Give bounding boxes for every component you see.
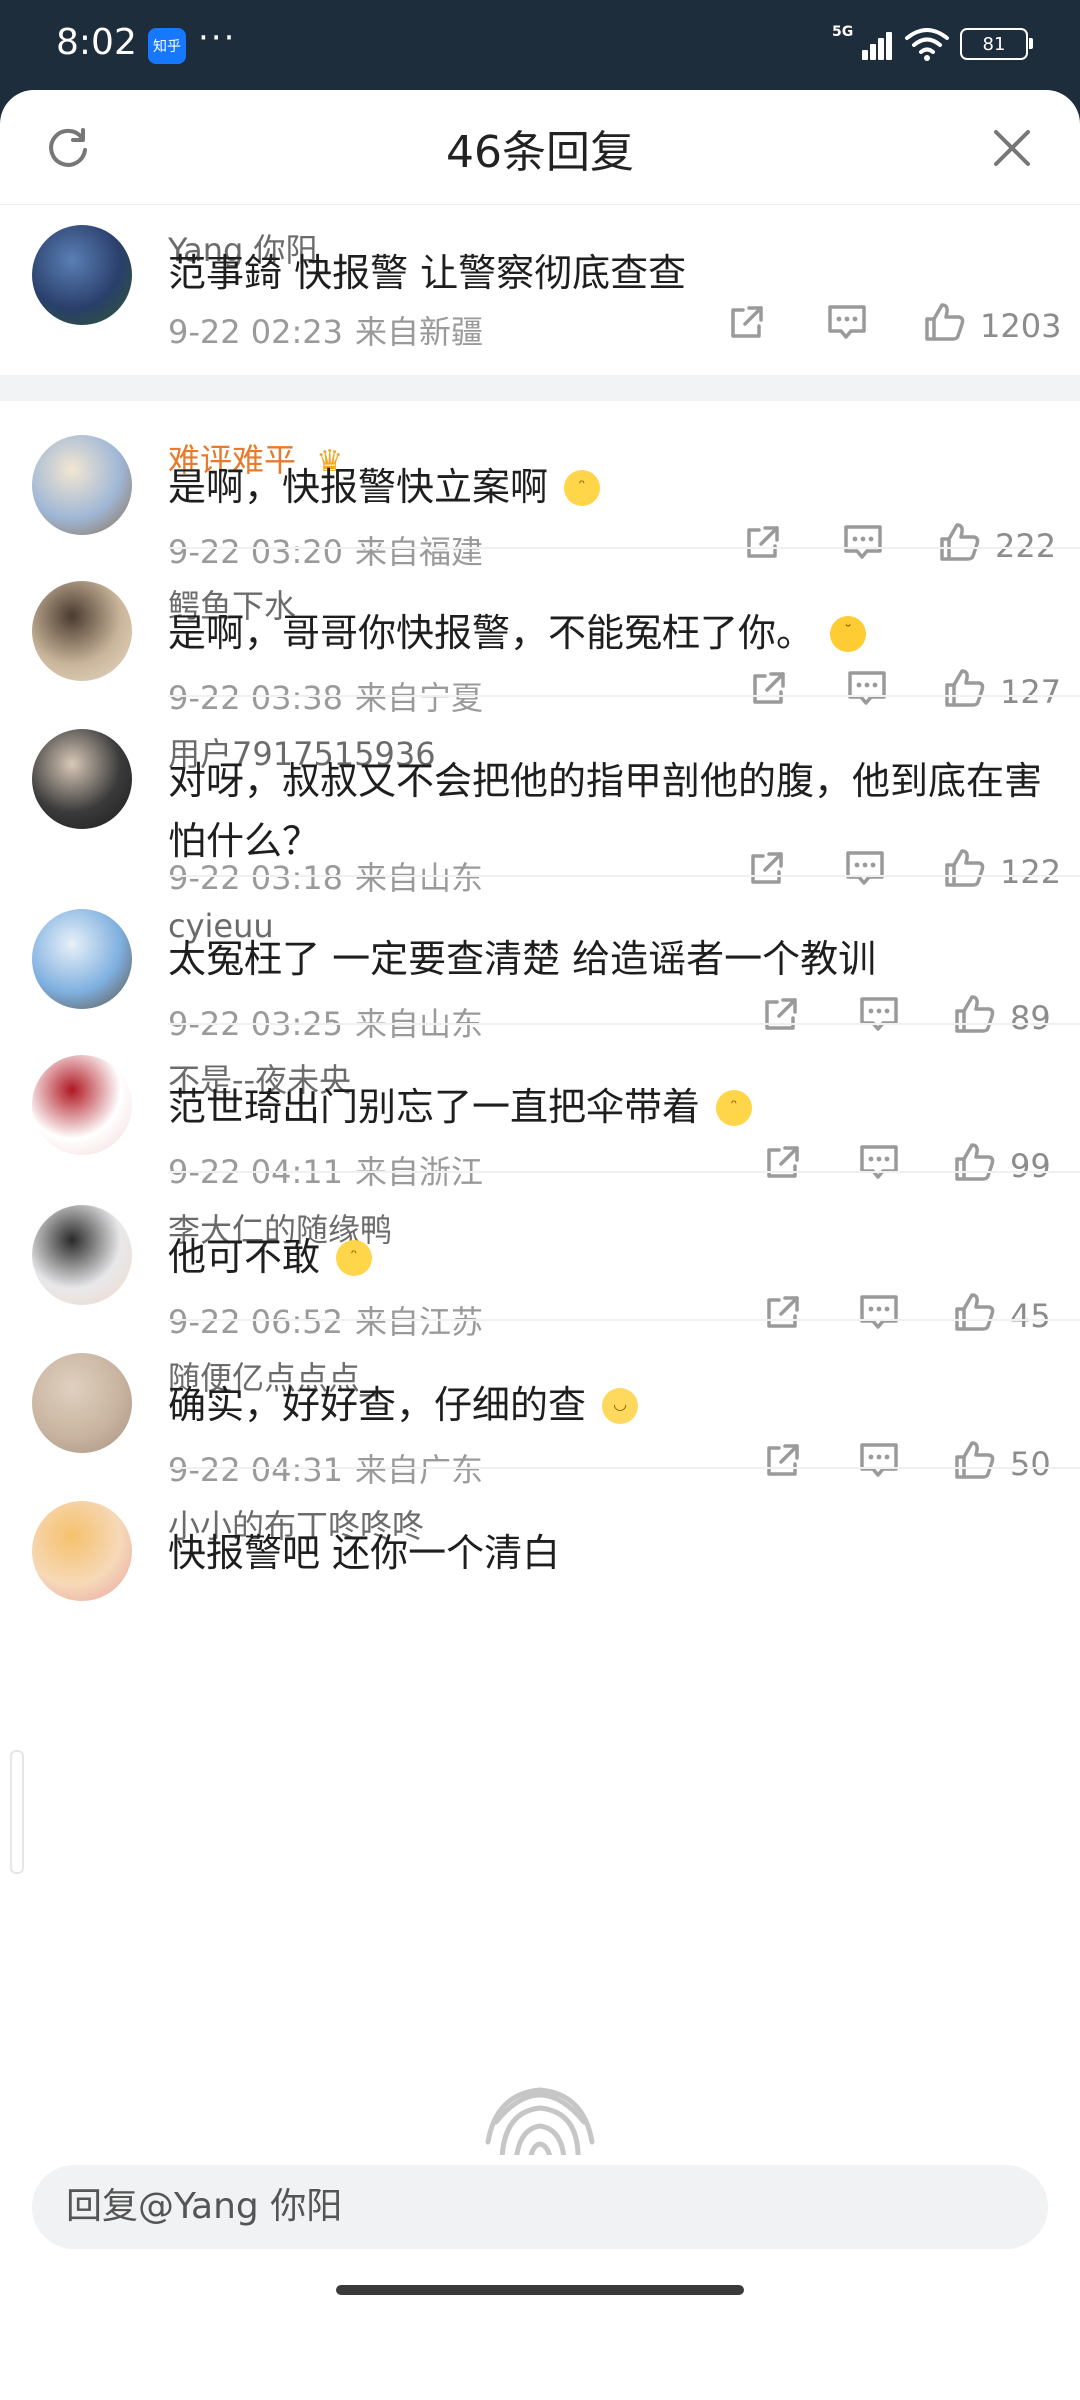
edge-handle[interactable] [10,1750,24,1874]
comment-text[interactable]: 太冤枉了 一定要查清楚 给造谣者一个教训 [168,929,1048,989]
share-button[interactable] [722,297,772,347]
comment-location: 来自新疆 [355,313,484,351]
comment-text-body: 对呀，叔叔又不会把他的指甲剖他的腹，他到底在害怕什么？ [168,759,1043,863]
comment-text-body: 太冤枉了 一定要查清楚 给造谣者一个教训 [168,937,877,981]
replies-count-title: 46条回复 [446,127,634,178]
comment-text[interactable]: 他可不敢 ᵔ [168,1227,1048,1287]
comment-text-body: 范世琦出门别忘了一直把伞带着 [168,1085,701,1129]
reply-bar: 回复@Yang 你阳 [0,2155,1080,2310]
avatar[interactable] [32,1205,132,1305]
comment-text-body: 确实，好好查，仔细的查 [168,1383,587,1427]
smile-emoji: ◡ [602,1388,639,1424]
comment-text[interactable]: 确实，好好查，仔细的查 ◡ [168,1375,1048,1435]
avatar[interactable] [32,1501,132,1601]
cry-emoji: ˘ [830,616,867,652]
comment-item[interactable]: 随便亿点点点_ 确实，好好查，仔细的查 ◡ 9-22 04:31 来自广东 50 [0,1321,1080,1489]
comment-item[interactable]: 难评难平 ♛ 是啊，快报警快立案啊 ᵔ 9-22 03:20 来自福建 222 [0,401,1080,571]
comment-divider [0,375,1080,401]
wifi-icon [905,28,949,61]
avatar[interactable] [32,581,132,681]
avatar[interactable] [32,435,132,535]
doge-emoji: ᵔ [336,1240,373,1276]
avatar[interactable] [32,729,132,829]
comment-item[interactable]: 鳄鱼下水 是啊，哥哥你快报警，不能冤枉了你。 ˘ 9-22 03:38来自宁夏 [0,549,1080,717]
comment-item[interactable]: 不是--夜未央 范世琦出门别忘了一直把伞带着 ᵔ 9-22 04:11来自浙江 [0,1025,1080,1191]
sheet-header: 46条回复 [0,90,1080,205]
avatar[interactable] [32,1055,132,1155]
reply-input[interactable]: 回复@Yang 你阳 [32,2165,1048,2249]
status-time: 8:02 [56,22,137,63]
comment-time: 9-22 02:23 [168,313,344,351]
comment-text[interactable]: 快报警吧 还你一个清白 [168,1523,1048,1583]
comment-text[interactable]: 范世琦出门别忘了一直把伞带着 ᵔ [168,1077,1048,1137]
battery-level: 81 [982,33,1006,55]
status-bar: 8:02 知乎 ··· 5G 81 [0,0,1080,90]
comment-text-body: 他可不敢 [168,1235,321,1279]
signal-icon: 5G [832,24,894,64]
comment-item[interactable]: 李大仁的随缘鸭 他可不敢 ᵔ 9-22 06:52 来自江苏 45 [0,1173,1080,1341]
zhihu-app-icon: 知乎 [148,28,186,64]
like-button[interactable] [920,297,970,347]
comment-meta: 9-22 02:23 来自新疆 [168,307,483,353]
comment-text[interactable]: 是啊，快报警快立案啊 ᵔ [168,457,1048,517]
comment-text-body: 是啊，哥哥你快报警，不能冤枉了你。 [168,611,815,655]
comment-text-body: 是啊，快报警快立案啊 [168,465,549,509]
avatar[interactable] [32,225,132,325]
comment-text[interactable]: 是啊，哥哥你快报警，不能冤枉了你。 ˘ [168,603,1048,663]
comment-text-body: 范事錡 快报警 让警察彻底查查 [168,251,687,295]
battery-indicator: 81 [960,28,1033,60]
comment-item[interactable]: 用户7917515936 对呀，叔叔又不会把他的指甲剖他的腹，他到底在害怕什么？… [0,697,1080,897]
like-count: 1203 [980,307,1062,345]
doge-emoji: ᵔ [564,470,601,506]
comment-list[interactable]: Yang 你阳 范事錡 快报警 让警察彻底查查 9-22 02:23来自新疆 [0,205,1080,2245]
close-icon [994,130,1030,166]
doge-emoji: ᵔ [716,1090,753,1126]
replies-sheet: 46条回复 Yang 你阳 范事錡 快报警 让警察彻底查查 9-22 02:23… [0,90,1080,2400]
share-icon [731,306,763,338]
thumbs-up-icon [925,303,965,341]
avatar[interactable] [32,1353,132,1453]
comment-text[interactable]: 范事錡 快报警 让警察彻底查查 [168,243,1048,303]
network-type: 5G [832,24,854,40]
comment-item[interactable]: cyieuu 太冤枉了 一定要查清楚 给造谣者一个教训 9-22 03:25 来自… [0,877,1080,1043]
more-notifications-icon: ··· [198,18,237,58]
home-indicator[interactable] [336,2285,744,2295]
comment-text-body: 快报警吧 还你一个清白 [168,1531,561,1575]
close-button[interactable] [984,120,1040,176]
comment-item[interactable]: 小小的布丁咚咚咚 快报警吧 还你一个清白 [0,1469,1080,1617]
reply-button[interactable] [822,297,872,347]
comment-icon [828,305,866,339]
avatar[interactable] [32,909,132,1009]
comment-item[interactable]: Yang 你阳 范事錡 快报警 让警察彻底查查 9-22 02:23来自新疆 [0,205,1080,401]
